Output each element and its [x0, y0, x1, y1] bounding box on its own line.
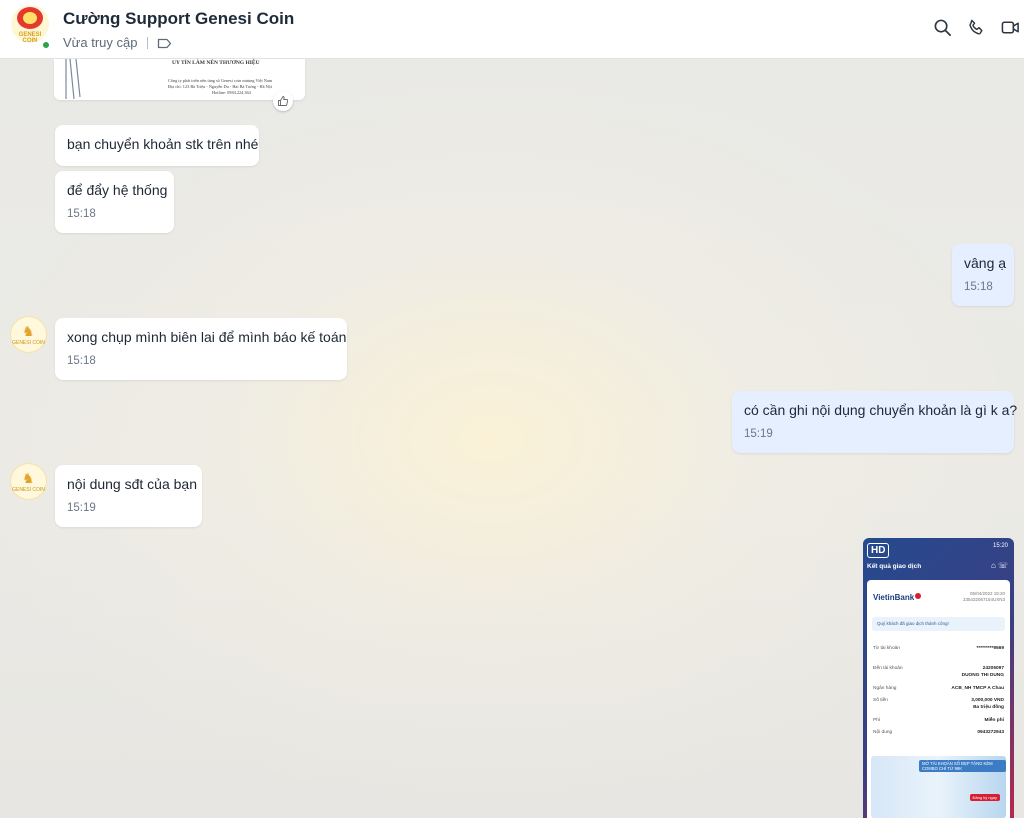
contact-status-row: Vừa truy cập — [63, 35, 172, 50]
receipt-row: Ngân hàng ACB_NH TMCP A Chau — [873, 686, 1004, 691]
chat-header: GENESI COIN Cường Support Genesi Coin Vừ… — [0, 0, 1024, 59]
receipt-row: Phí Miễn phí — [873, 718, 1004, 723]
success-message: Quý khách đã giao dịch thành công! — [872, 617, 1005, 631]
outgoing-message[interactable]: vâng ạ 15:18 — [952, 244, 1014, 306]
document-line: Hotline: 0984.224.364 — [212, 90, 251, 95]
receipt-row: Đến tài khoản 24205097 DUONG THI DUNG — [873, 666, 1004, 678]
document-title: UY TÍN LÀM NÊN THƯƠNG HIỆU — [172, 60, 260, 66]
label-tag-icon[interactable] — [157, 37, 172, 49]
promo-text: MỞ TÀI KHOẢN SỐ ĐẸP TẶNG KÈM COMBO CHỈ T… — [919, 760, 1006, 772]
message-text: nội dung sđt của bạn — [67, 476, 197, 492]
message-text: để đẩy hệ thống — [67, 182, 168, 198]
message-time: 15:18 — [964, 281, 993, 293]
phone-call-icon[interactable] — [967, 18, 986, 37]
incoming-message[interactable]: nội dung sđt của bạn 15:19 — [55, 465, 202, 527]
receipt-card: VietinBank 05/04/2022 15:20 235432067154… — [867, 580, 1010, 818]
message-time: 15:19 — [67, 502, 96, 514]
contact-name[interactable]: Cường Support Genesi Coin — [63, 9, 294, 29]
bank-name: VietinBank — [873, 593, 915, 602]
deer-logo-icon: ♞ — [22, 470, 35, 486]
chat-message-area[interactable]: UY TÍN LÀM NÊN THƯƠNG HIỆU Công ty phát … — [0, 59, 1024, 818]
message-time: 15:18 — [67, 355, 96, 367]
message-time: 15:18 — [67, 208, 96, 220]
shared-document-image[interactable]: UY TÍN LÀM NÊN THƯƠNG HIỆU Công ty phát … — [54, 59, 305, 100]
search-icon[interactable] — [933, 18, 952, 37]
receipt-row: Số tiền 3,000,000 VND Ba triệu đồng — [873, 698, 1004, 710]
promo-banner: MỞ TÀI KHOẢN SỐ ĐẸP TẶNG KÈM COMBO CHỈ T… — [871, 756, 1006, 818]
document-border-decoration — [65, 59, 81, 99]
incoming-message[interactable]: để đẩy hệ thống 15:18 — [55, 171, 174, 233]
document-line: Công ty phát triển nền tảng số Genesi co… — [168, 78, 273, 83]
incoming-message[interactable]: bạn chuyển khoản stk trên nhé — [55, 125, 259, 166]
avatar-brand-text: GENESI COIN — [12, 340, 45, 346]
receipt-row: Nội dung 0943272943 — [873, 730, 1004, 735]
message-text: vâng ạ — [964, 255, 1007, 271]
avatar-brand-text: GENESI COIN — [12, 487, 45, 493]
last-seen-status: Vừa truy cập — [63, 35, 138, 50]
message-text: bạn chuyển khoản stk trên nhé — [67, 136, 259, 152]
online-status-dot — [41, 40, 51, 50]
promo-cta: Đăng ký ngay — [969, 794, 1000, 801]
message-text: có cần ghi nội dụng chuyển khoản là gì k… — [744, 402, 1018, 418]
document-line: Địa chỉ: 123 Bà Triệu - Nguyễn Du - Hai … — [168, 84, 273, 89]
hd-badge: HD — [867, 543, 890, 558]
status-divider — [147, 36, 149, 49]
logo-mark — [17, 7, 43, 29]
incoming-message[interactable]: xong chụp mình biên lai để mình báo kế t… — [55, 318, 347, 380]
home-icon: ⌂ ☏ — [990, 561, 1008, 570]
message-text: xong chụp mình biên lai để mình báo kế t… — [67, 329, 347, 345]
transaction-ref: 235432067154UXN3 — [962, 597, 1005, 602]
transaction-time: 05/04/2022 15:20 235432067154UXN3 — [963, 591, 1005, 603]
video-call-icon[interactable] — [1001, 18, 1020, 37]
message-time: 15:19 — [744, 428, 773, 440]
sender-avatar[interactable]: ♞ GENESI COIN — [10, 463, 47, 500]
header-actions — [933, 18, 1020, 37]
transfer-receipt-image[interactable]: HD 15:20 Kết quả giao dịch ⌂ ☏ VietinBan… — [863, 538, 1014, 818]
outgoing-message[interactable]: có cần ghi nội dụng chuyển khoản là gì k… — [732, 391, 1018, 453]
bank-logo: VietinBank — [873, 593, 922, 602]
react-like-button[interactable] — [273, 91, 293, 111]
receipt-row: Từ tài khoản *********9569 — [873, 646, 1004, 651]
receipt-title: Kết quả giao dịch — [867, 563, 922, 570]
sender-avatar[interactable]: ♞ GENESI COIN — [10, 316, 47, 353]
thumbs-up-icon — [278, 96, 289, 106]
phone-status-time: 15:20 — [992, 543, 1008, 549]
deer-logo-icon: ♞ — [22, 323, 35, 339]
contact-avatar[interactable]: GENESI COIN — [11, 5, 49, 43]
